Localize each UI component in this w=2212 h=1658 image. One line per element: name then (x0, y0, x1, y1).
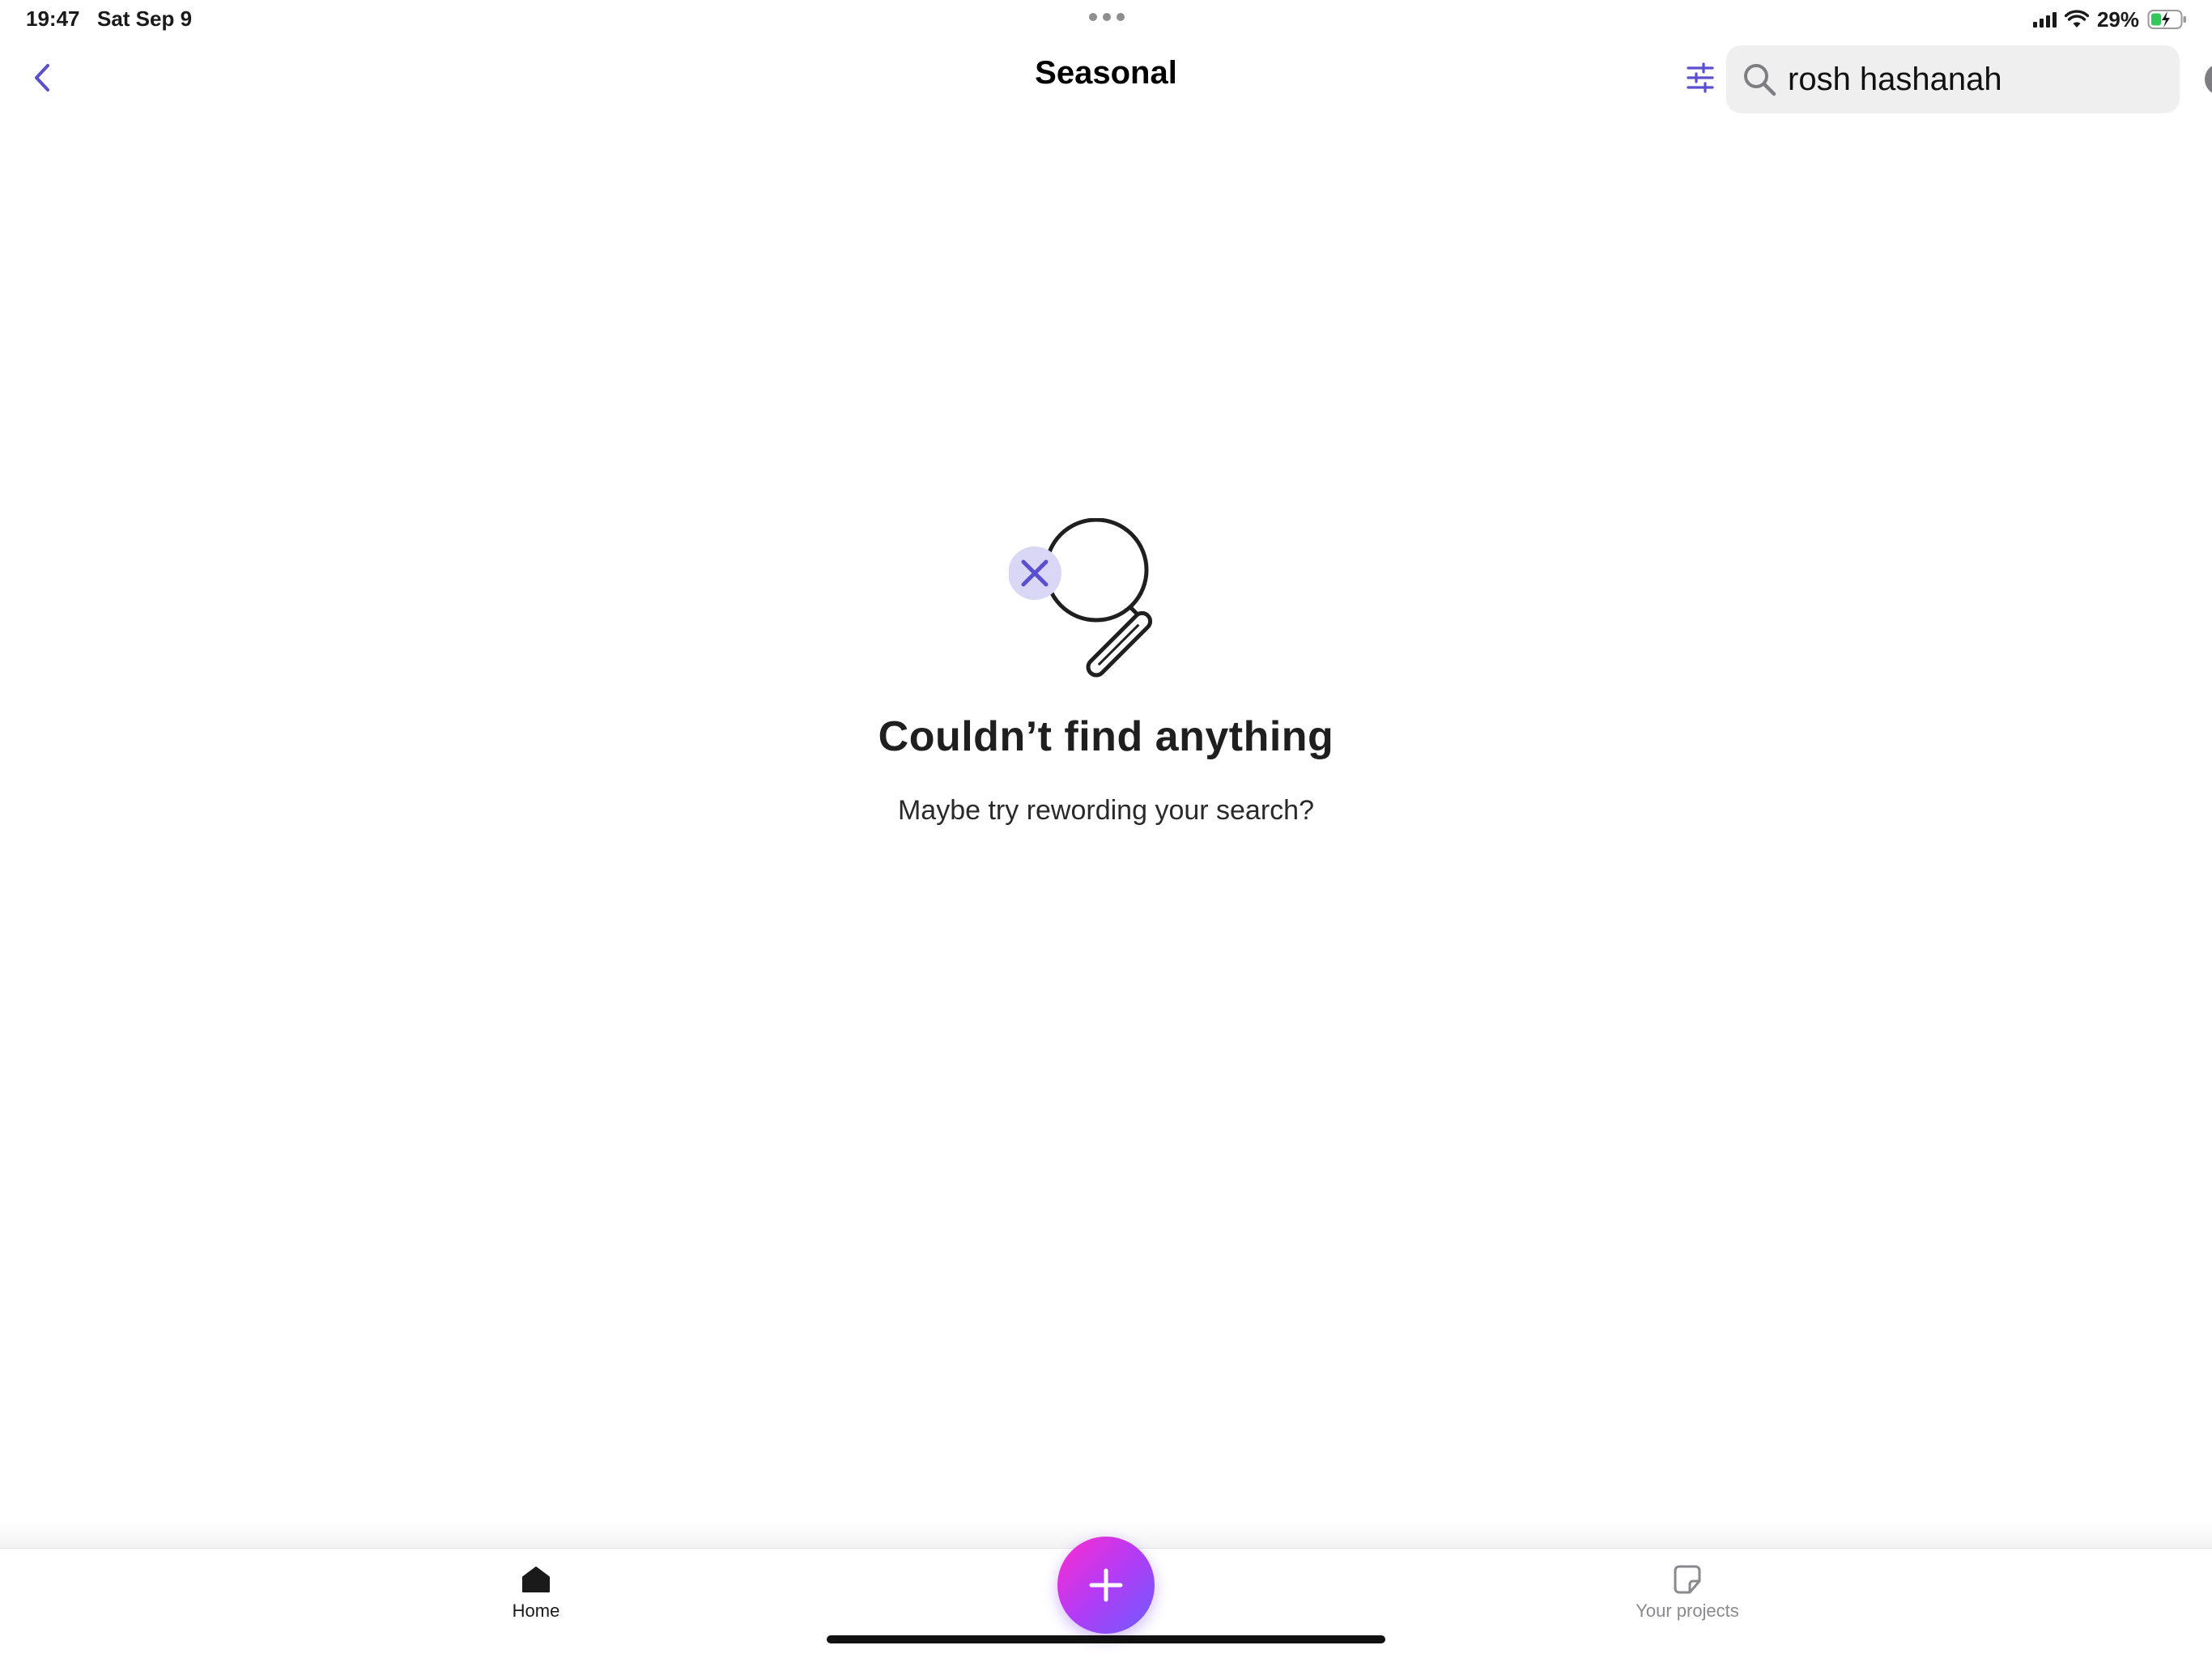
app-root: 19:47 Sat Sep 9 29% Seasonal rosh hashan… (0, 0, 2212, 1658)
document-icon (1671, 1563, 1704, 1596)
home-indicator[interactable] (827, 1635, 1385, 1643)
filter-button[interactable] (1681, 58, 1720, 97)
empty-state: Couldn’t find anything Maybe try rewordi… (0, 518, 2212, 827)
status-bar: 19:47 Sat Sep 9 29% (0, 0, 2212, 39)
empty-state-subtitle: Maybe try rewording your search? (897, 795, 1314, 826)
search-input[interactable] (1788, 55, 2205, 104)
clear-search-button[interactable] (2205, 63, 2212, 96)
chevron-left-icon (35, 64, 49, 91)
status-indicators: 29% (2032, 6, 2188, 32)
tab-your-projects[interactable]: Your projects (1606, 1563, 1768, 1622)
home-icon (520, 1563, 552, 1596)
search-field[interactable] (1726, 45, 2212, 113)
plus-icon (1089, 1568, 1123, 1602)
battery-icon (2147, 10, 2186, 29)
magnifier-x-icon (1009, 518, 1153, 678)
back-button[interactable] (24, 53, 60, 102)
status-date: Sat Sep 9 (97, 6, 193, 31)
search-icon (1741, 61, 1778, 98)
create-button[interactable] (1057, 1537, 1155, 1634)
multitasking-dots-icon[interactable] (1089, 11, 1125, 23)
status-time: 19:47 (26, 6, 80, 31)
wifi-icon (2064, 10, 2089, 28)
battery-percent: 29% (2096, 6, 2139, 32)
navigation-bar: Seasonal (0, 39, 2212, 120)
sliders-icon (1687, 62, 1714, 93)
signal-icon (2032, 11, 2057, 28)
tab-home-label: Home (512, 1601, 560, 1621)
tab-your-projects-label: Your projects (1636, 1601, 1739, 1621)
empty-state-title: Couldn’t find anything (878, 713, 1334, 760)
tab-home[interactable]: Home (455, 1563, 617, 1622)
